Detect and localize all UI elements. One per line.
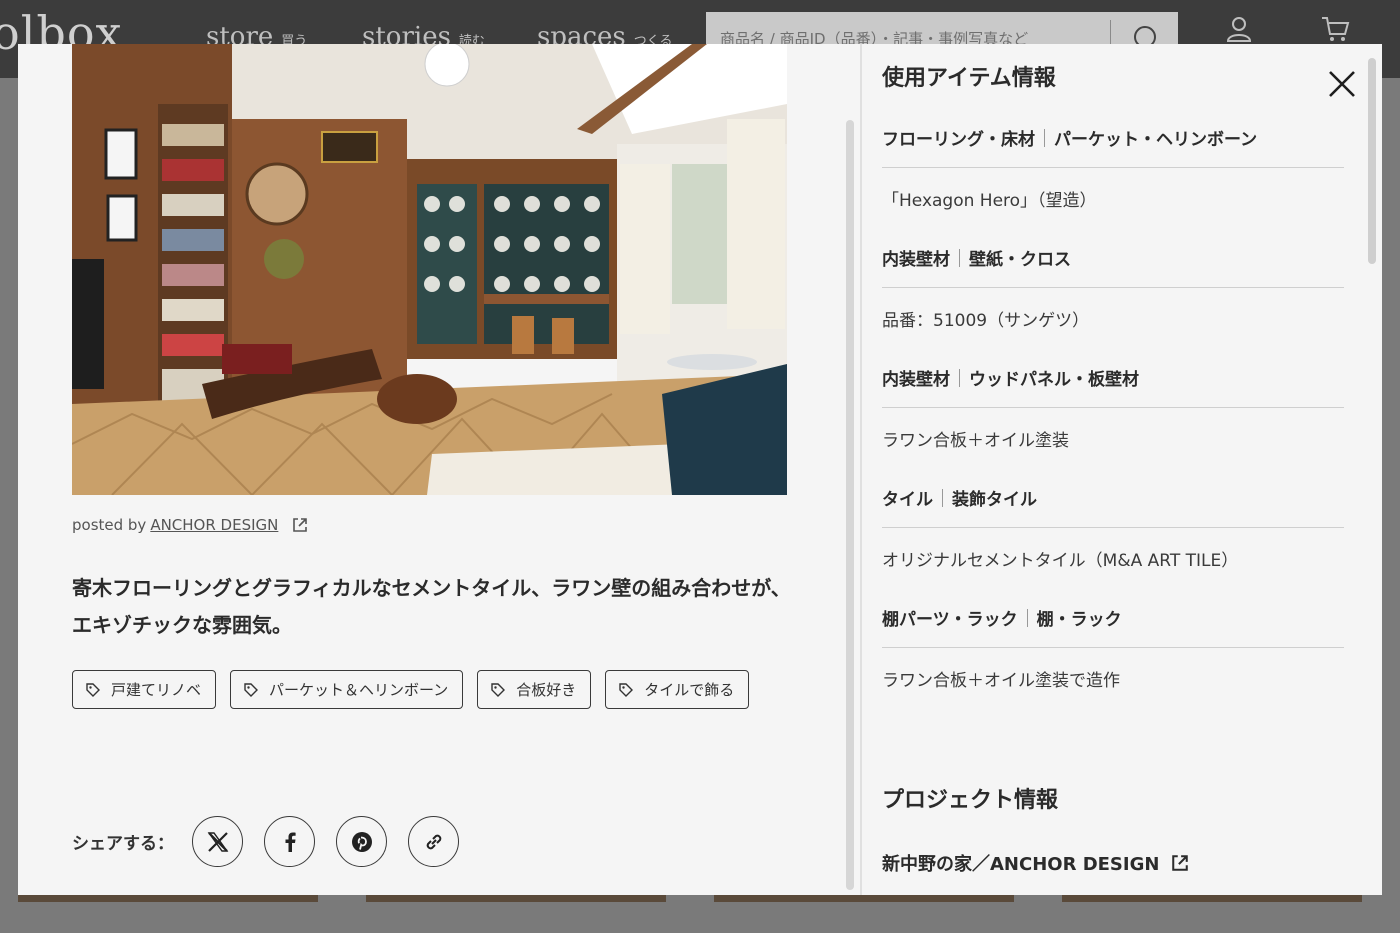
user-icon[interactable] <box>1224 14 1254 44</box>
close-icon[interactable] <box>1324 66 1360 102</box>
share-label: シェアする： <box>72 834 174 854</box>
post-caption: 寄木フローリングとグラフィカルなセメントタイル、ラワン壁の組み合わせが、エキゾチ… <box>72 576 791 637</box>
share-bar: シェアする： <box>72 816 480 867</box>
tag-button[interactable]: 合板好き <box>477 670 592 709</box>
share-facebook-button[interactable] <box>264 816 315 867</box>
author-link[interactable]: ANCHOR DESIGN <box>150 516 278 534</box>
item-category-link[interactable]: フローリング・床材 パーケット・ヘリンボーン <box>882 108 1344 168</box>
posted-by-prefix: posted by <box>72 516 147 534</box>
project-section-title: プロジェクト情報 <box>882 788 1059 813</box>
posted-by: posted by ANCHOR DESIGN <box>72 516 308 534</box>
tag-button[interactable]: パーケット＆ヘリンボーン <box>230 670 464 709</box>
share-pinterest-button[interactable] <box>336 816 387 867</box>
item-list: フローリング・床材 パーケット・ヘリンボーン 「Hexagon Hero」（望造）… <box>882 108 1344 708</box>
tag-label: タイルで飾る <box>644 681 735 699</box>
item-subcategory: ウッドパネル・板壁材 <box>969 370 1139 390</box>
post-column: posted by ANCHOR DESIGN 寄木フローリングとグラフィカルな… <box>18 44 860 895</box>
item-value: 品番：51009（サンゲツ） <box>882 310 1090 331</box>
cart-icon[interactable] <box>1320 14 1350 44</box>
tag-list: 戸建てリノベ パーケット＆ヘリンボーン 合板好き タイルで飾る <box>72 670 792 709</box>
tag-icon <box>619 682 634 697</box>
item-subcategory: 棚・ラック <box>1036 610 1122 630</box>
project-link[interactable]: 新中野の家／ANCHOR DESIGN <box>882 850 1189 876</box>
item-category: 棚パーツ・ラック <box>882 610 1018 630</box>
project-link-label: 新中野の家／ANCHOR DESIGN <box>882 854 1160 875</box>
copy-link-button[interactable] <box>408 816 459 867</box>
x-icon <box>207 831 228 852</box>
item-value: ラワン合板＋オイル塗装 <box>882 430 1069 451</box>
room-photo <box>72 44 787 495</box>
tag-label: パーケット＆ヘリンボーン <box>269 681 449 699</box>
tag-label: 合板好き <box>516 681 577 699</box>
item-category: 内装壁材 <box>882 250 950 270</box>
pinterest-icon <box>351 831 372 852</box>
tag-icon <box>491 682 506 697</box>
item-info-column: 使用アイテム情報 フローリング・床材 パーケット・ヘリンボーン 「Hexagon … <box>860 44 1382 895</box>
items-section-title: 使用アイテム情報 <box>882 66 1056 91</box>
link-icon <box>426 834 441 849</box>
facebook-icon <box>285 832 296 852</box>
item-category-link[interactable]: 内装壁材 ウッドパネル・板壁材 <box>882 348 1344 408</box>
tag-label: 戸建てリノベ <box>111 681 202 699</box>
tag-icon <box>244 682 259 697</box>
tag-button[interactable]: 戸建てリノベ <box>72 670 217 709</box>
item-subcategory: 壁紙・クロス <box>969 250 1071 270</box>
item-category-link[interactable]: タイル 装飾タイル <box>882 468 1344 528</box>
item-subcategory: 装飾タイル <box>952 490 1037 510</box>
left-scrollbar[interactable] <box>846 120 854 890</box>
item-category-link[interactable]: 棚パーツ・ラック 棚・ラック <box>882 588 1344 648</box>
item-value: ラワン合板＋オイル塗装で造作 <box>882 670 1120 691</box>
item-category: タイル <box>882 490 933 510</box>
item-subcategory: パーケット・ヘリンボーン <box>1054 130 1258 150</box>
right-scrollbar[interactable] <box>1368 58 1376 264</box>
external-link-icon <box>1172 855 1189 871</box>
tag-icon <box>86 682 100 697</box>
item-category: 内装壁材 <box>882 370 950 390</box>
share-x-button[interactable] <box>192 816 243 867</box>
item-category-link[interactable]: 内装壁材 壁紙・クロス <box>882 228 1344 288</box>
external-link-icon[interactable] <box>292 517 308 533</box>
item-detail-modal: posted by ANCHOR DESIGN 寄木フローリングとグラフィカルな… <box>18 44 1382 895</box>
item-value: オリジナルセメントタイル（M&A ART TILE） <box>882 550 1239 571</box>
room-photo-illustration <box>72 44 787 495</box>
item-category: フローリング・床材 <box>882 130 1035 150</box>
item-value: 「Hexagon Hero」（望造） <box>882 190 1097 211</box>
tag-button[interactable]: タイルで飾る <box>605 670 750 709</box>
